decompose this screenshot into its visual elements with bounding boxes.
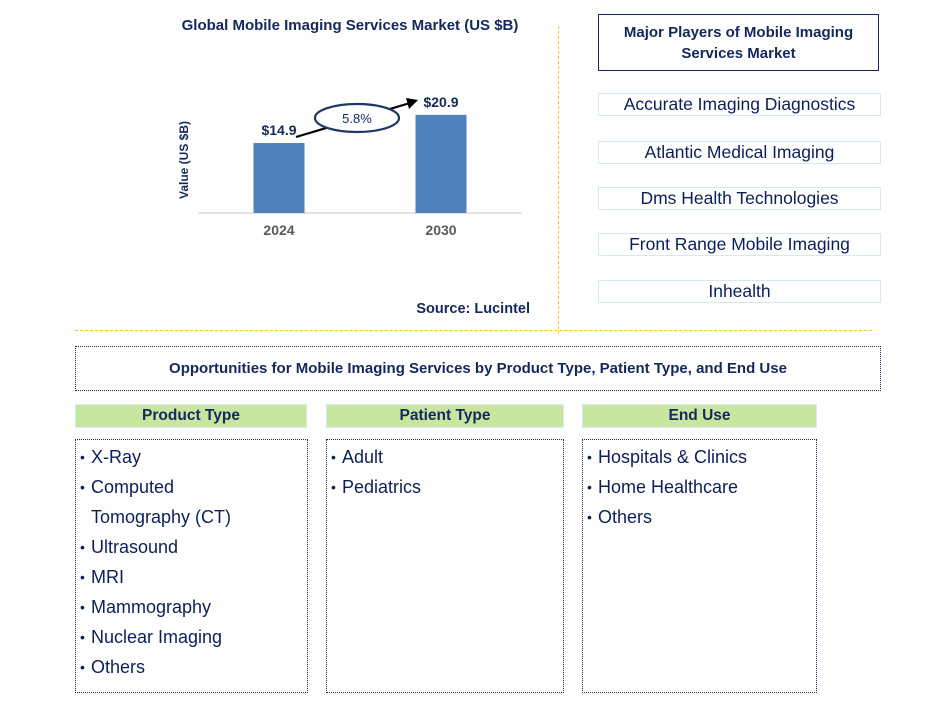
players-title: Major Players of Mobile Imaging Services… (598, 14, 879, 71)
x-tick-2024: 2024 (263, 222, 294, 238)
y-axis-label: Value (US $B) (177, 121, 191, 199)
patient-type-list: Adult Pediatrics (331, 442, 563, 502)
category-header-end-use: End Use (582, 404, 817, 428)
bar-2024 (253, 143, 305, 213)
product-type-list: X-Ray Computed Tomography (CT) Ultrasoun… (80, 442, 307, 682)
category-header-patient-type: Patient Type (326, 404, 564, 428)
vertical-divider (558, 26, 559, 334)
category-box-patient-type: Adult Pediatrics (326, 439, 564, 693)
list-item: Nuclear Imaging (80, 622, 307, 652)
list-item: Home Healthcare (587, 472, 816, 502)
category-box-end-use: Hospitals & Clinics Home Healthcare Othe… (582, 439, 817, 693)
list-item: X-Ray (80, 442, 307, 472)
category-box-product-type: X-Ray Computed Tomography (CT) Ultrasoun… (75, 439, 308, 693)
list-item: Adult (331, 442, 563, 472)
cagr-arrow-head (406, 98, 418, 109)
opportunities-title: Opportunities for Mobile Imaging Service… (75, 346, 881, 391)
bar-2030 (415, 114, 467, 213)
list-item: Hospitals & Clinics (587, 442, 816, 472)
player-item: Accurate Imaging Diagnostics (598, 93, 881, 116)
source-label: Source: Lucintel (416, 301, 530, 317)
list-item: Others (587, 502, 816, 532)
x-tick-2030: 2030 (425, 222, 456, 238)
player-item: Atlantic Medical Imaging (598, 141, 881, 164)
bar-chart: Value (US $B) $14.9 2024 $20.9 2030 5.8% (177, 94, 522, 238)
category-header-product-type: Product Type (75, 404, 307, 428)
list-item: Mammography (80, 592, 307, 622)
list-item: Ultrasound (80, 532, 307, 562)
data-label-2030: $20.9 (423, 94, 458, 110)
player-item: Front Range Mobile Imaging (598, 233, 881, 256)
list-item: Pediatrics (331, 472, 563, 502)
chart-title: Global Mobile Imaging Services Market (U… (181, 17, 519, 34)
cagr-label: 5.8% (342, 111, 372, 126)
list-item: MRI (80, 562, 307, 592)
player-item: Dms Health Technologies (598, 187, 881, 210)
list-item: Computed Tomography (CT) (80, 472, 251, 532)
player-item: Inhealth (598, 280, 881, 303)
horizontal-divider (75, 330, 872, 331)
cagr-annotation: 5.8% (295, 98, 418, 139)
list-item: Others (80, 652, 307, 682)
data-label-2024: $14.9 (261, 122, 296, 138)
end-use-list: Hospitals & Clinics Home Healthcare Othe… (587, 442, 816, 532)
